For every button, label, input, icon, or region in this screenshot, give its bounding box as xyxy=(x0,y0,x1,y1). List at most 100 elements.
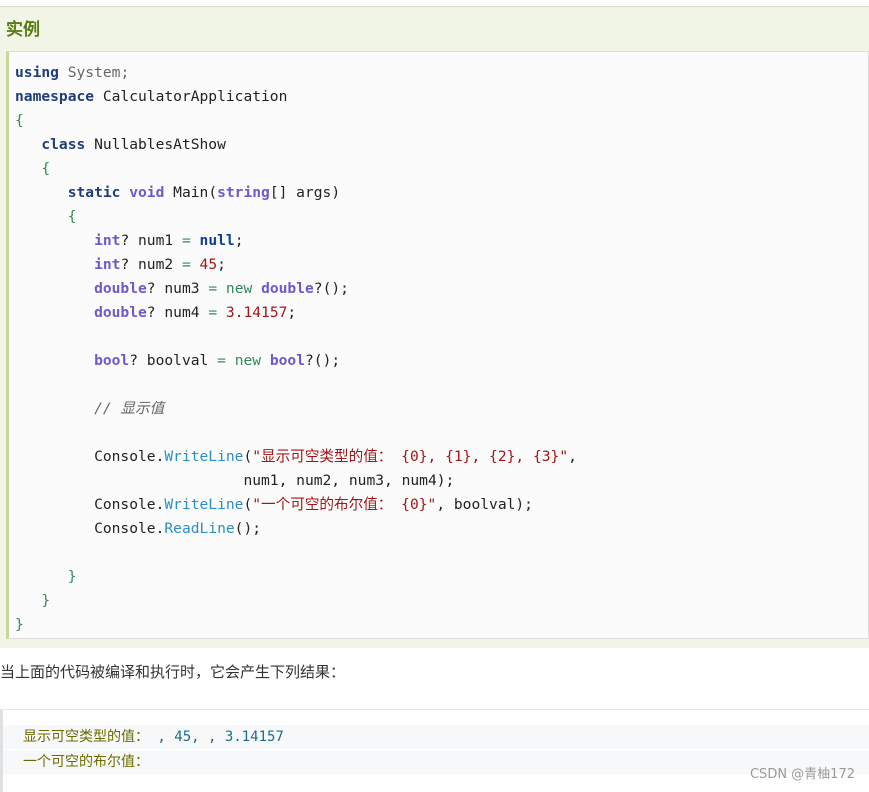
code-token: bool xyxy=(269,352,306,369)
code-token: ? num2 xyxy=(120,256,182,273)
result-description: 当上面的代码被编译和执行时，它会产生下列结果： xyxy=(0,663,346,681)
code-token: int xyxy=(94,256,121,273)
output-line-2-label: 一个可空的布尔值： xyxy=(23,754,149,770)
code-line: double? num3 = new double?(); xyxy=(15,280,349,297)
output-line-2: 一个可空的布尔值： xyxy=(3,750,869,774)
code-token: ; xyxy=(234,232,244,249)
code-token: ; xyxy=(287,304,297,321)
code-token: NullablesAtShow xyxy=(85,136,226,153)
code-token: { xyxy=(41,160,51,177)
code-token: WriteLine xyxy=(164,448,244,465)
csdn-watermark: CSDN @青柚172 xyxy=(749,767,855,782)
code-token: (); xyxy=(234,520,262,537)
code-token: ? boolval xyxy=(129,352,218,369)
code-token: 45 xyxy=(199,256,218,273)
code-token: { xyxy=(15,112,24,129)
code-content: using System; namespace CalculatorApplic… xyxy=(15,61,577,637)
code-token: CalculatorApplication xyxy=(94,88,288,105)
code-line: Console.ReadLine(); xyxy=(15,520,261,537)
code-token: namespace xyxy=(15,88,95,105)
code-line: bool? boolval = new bool?(); xyxy=(15,352,340,369)
output-line-1: 显示可空类型的值： , 45, , 3.14157 xyxy=(3,725,869,749)
code-token: ( xyxy=(243,448,253,465)
code-line: double? num4 = 3.14157; xyxy=(15,304,296,321)
code-token: } xyxy=(67,568,77,585)
code-token: } xyxy=(15,616,24,633)
code-block[interactable]: using System; namespace CalculatorApplic… xyxy=(6,51,869,639)
code-line: num1, num2, num3, num4); xyxy=(15,472,454,489)
code-token: int xyxy=(94,232,121,249)
code-token: bool xyxy=(94,352,130,369)
example-title: 实例 xyxy=(6,20,40,40)
code-token: = xyxy=(217,352,226,369)
code-line: Console.WriteLine("显示可空类型的值： {0}, {1}, {… xyxy=(15,448,577,465)
code-token: WriteLine xyxy=(164,496,244,513)
code-token: string xyxy=(217,184,270,201)
code-token: double xyxy=(261,280,314,297)
example-panel: 实例 using System; namespace CalculatorApp… xyxy=(0,6,869,648)
code-token: { xyxy=(67,208,77,225)
code-line: } xyxy=(15,568,77,585)
code-token: [] args) xyxy=(269,184,341,201)
code-line: // 显示值 xyxy=(15,400,164,417)
code-token: "显示可空类型的值： {0}, {1}, {2}, {3}" xyxy=(252,448,569,465)
code-token: ?(); xyxy=(313,280,349,297)
code-line: { xyxy=(15,112,24,129)
code-line: int? num2 = 45; xyxy=(15,256,226,273)
code-token: } xyxy=(41,592,51,609)
output-line-1-values: , 45, , 3.14157 xyxy=(149,729,284,745)
code-token: ? num1 xyxy=(120,232,182,249)
code-line: namespace CalculatorApplication xyxy=(15,88,287,105)
page: 实例 using System; namespace CalculatorApp… xyxy=(0,0,869,792)
code-line: Console.WriteLine("一个可空的布尔值： {0}", boolv… xyxy=(15,496,533,513)
code-token: = xyxy=(208,280,218,297)
code-token: double xyxy=(94,280,147,297)
code-token: = xyxy=(181,232,191,249)
code-line: { xyxy=(15,160,50,177)
code-token: num1, num2, num3, num4); xyxy=(15,472,455,489)
code-token: // 显示值 xyxy=(94,400,165,417)
code-line: using System; xyxy=(15,64,129,81)
code-token: using xyxy=(15,64,59,81)
code-line: int? num1 = null; xyxy=(15,232,244,249)
code-token: null xyxy=(199,232,235,249)
code-token: ReadLine xyxy=(164,520,235,537)
code-token: new xyxy=(234,352,262,369)
output-line-1-label: 显示可空类型的值： xyxy=(23,729,149,745)
code-token: 3.14157 xyxy=(225,304,288,321)
code-token: = xyxy=(181,256,191,273)
code-token: System; xyxy=(58,64,130,81)
code-token: Main( xyxy=(164,184,218,201)
code-token: = xyxy=(208,304,218,321)
code-token: void xyxy=(129,184,165,201)
output-block[interactable]: 显示可空类型的值： , 45, , 3.14157 一个可空的布尔值： xyxy=(0,709,869,792)
code-token: new xyxy=(225,280,253,297)
code-line: { xyxy=(15,208,77,225)
code-line: } xyxy=(15,592,50,609)
code-line: } xyxy=(15,616,24,633)
code-token: Console. xyxy=(15,448,165,465)
code-token: Console. xyxy=(15,520,165,537)
code-token: ? num3 xyxy=(146,280,209,297)
code-token: class xyxy=(41,136,86,153)
code-token: Console. xyxy=(15,496,165,513)
code-token: double xyxy=(94,304,147,321)
